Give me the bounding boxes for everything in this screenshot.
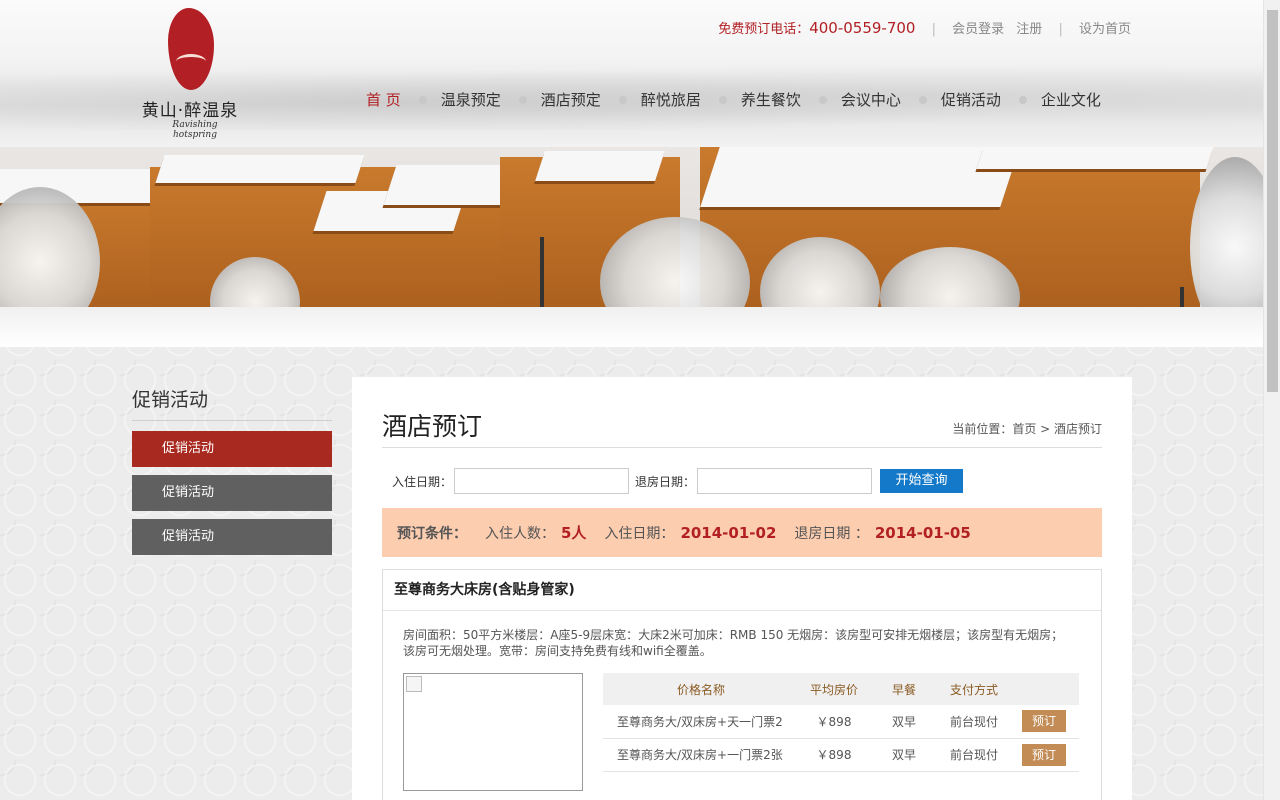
sidebar-item-promotion-2[interactable]: 促销活动 <box>132 475 332 511</box>
table-row: 至尊商务大/双床房+天一门票2 ￥898 双早 前台现付 预订 <box>603 705 1079 739</box>
rate-name: 至尊商务大/双床房+天一门票2 <box>603 705 799 739</box>
rate-action-cell: 预订 <box>1009 705 1079 739</box>
title-divider <box>382 447 1102 448</box>
snow-roof-decoration <box>155 155 365 183</box>
col-action <box>1009 673 1079 705</box>
rate-table: 价格名称 平均房价 早餐 支付方式 至尊商务大/双床房+天一门票2 ￥898 双… <box>603 673 1079 772</box>
sidebar-item-promotion-1[interactable]: 促销活动 <box>132 431 332 467</box>
snow-roof-decoration <box>535 151 665 181</box>
site-header: 黄山·醉温泉 Ravishing hotspring 免费预订电话：400-05… <box>0 0 1263 147</box>
rate-action-cell: 预订 <box>1009 738 1079 772</box>
rate-breakfast: 双早 <box>869 705 939 739</box>
col-rate-name: 价格名称 <box>603 673 799 705</box>
sidebar-item-promotion-3[interactable]: 促销活动 <box>132 519 332 555</box>
breadcrumb: 当前位置：首页 > 酒店预订 <box>952 422 1102 436</box>
room-image-placeholder <box>403 673 583 791</box>
phone-label: 免费预订电话： <box>718 22 810 37</box>
sidebar: 促销活动 促销活动 促销活动 促销活动 <box>132 385 332 555</box>
checkout-condition-value: 2014-01-05 <box>874 523 971 542</box>
conditions-label: 预订条件： <box>397 525 467 542</box>
guests-label: 入住人数： <box>485 525 555 542</box>
rate-name: 至尊商务大/双床房+一门票2张 <box>603 738 799 772</box>
checkin-label: 入住日期： <box>392 474 453 489</box>
nav-stay[interactable]: 醉悦旅居 <box>641 89 701 110</box>
checkout-date-input[interactable] <box>697 468 873 494</box>
rate-price: ￥898 <box>799 738 869 772</box>
rate-table-header: 价格名称 平均房价 早餐 支付方式 <box>603 673 1079 705</box>
checkin-condition-value: 2014-01-02 <box>680 523 777 542</box>
sidebar-title: 促销活动 <box>132 385 332 421</box>
nav-separator-dot-icon <box>1018 95 1027 104</box>
top-utility-bar: 免费预订电话：400-0559-700 | 会员登录 注册 | 设为首页 <box>718 18 1131 37</box>
rate-payment: 前台现付 <box>939 705 1009 739</box>
checkout-condition-label: 退房日期 ： <box>794 525 869 542</box>
nav-hotel-booking[interactable]: 酒店预定 <box>541 89 601 110</box>
main-content: 酒店预订 当前位置：首页 > 酒店预订 入住日期： 退房日期： 开始查询 预订条… <box>352 377 1132 800</box>
nav-separator-dot-icon <box>418 95 427 104</box>
checkin-date-input[interactable] <box>454 468 630 494</box>
checkin-condition-label: 入住日期： <box>604 525 675 542</box>
guests-value: 5人 <box>561 524 587 542</box>
nav-separator-dot-icon <box>718 95 727 104</box>
scrollbar-thumb[interactable] <box>1267 10 1278 392</box>
nav-separator-dot-icon <box>818 95 827 104</box>
col-avg-price: 平均房价 <box>799 673 869 705</box>
table-row: 至尊商务大/双床房+一门票2张 ￥898 双早 前台现付 预订 <box>603 738 1079 772</box>
nav-culture[interactable]: 企业文化 <box>1041 89 1101 110</box>
set-homepage-link[interactable]: 设为首页 <box>1079 22 1131 37</box>
room-description: 房间面积：50平方米楼层：A座5-9层床宽：大床2米可加床：RMB 150 无烟… <box>403 628 1064 658</box>
logo-name: 黄山·醉温泉 <box>141 101 239 121</box>
nav-promotions[interactable]: 促销活动 <box>941 89 1001 110</box>
col-breakfast: 早餐 <box>869 673 939 705</box>
nav-separator-dot-icon <box>918 95 927 104</box>
rate-price: ￥898 <box>799 705 869 739</box>
nav-home[interactable]: 首 页 <box>366 89 401 110</box>
site-logo[interactable]: 黄山·醉温泉 Ravishing hotspring <box>138 8 242 140</box>
nav-separator-dot-icon <box>618 95 627 104</box>
col-payment: 支付方式 <box>939 673 1009 705</box>
hero-banner-image <box>0 147 1263 347</box>
snow-roof-decoration <box>976 147 1214 169</box>
checkout-label: 退房日期： <box>635 474 696 489</box>
search-button[interactable]: 开始查询 <box>880 469 964 493</box>
booking-conditions: 预订条件： 入住人数： 5人 入住日期： 2014-01-02 退房日期 ： 2… <box>382 508 1102 557</box>
divider: | <box>1058 22 1063 37</box>
page-title: 酒店预订 <box>382 412 483 441</box>
divider: | <box>931 22 936 37</box>
nav-dining[interactable]: 养生餐饮 <box>741 89 801 110</box>
vertical-scrollbar[interactable] <box>1263 0 1280 800</box>
date-search-form: 入住日期： 退房日期： 开始查询 <box>392 468 964 494</box>
book-button[interactable]: 预订 <box>1022 743 1066 766</box>
room-title: 至尊商务大床房(含贴身管家) <box>383 570 1101 611</box>
rate-breakfast: 双早 <box>869 738 939 772</box>
register-link[interactable]: 注册 <box>1016 22 1042 37</box>
nav-hotspring-booking[interactable]: 温泉预定 <box>441 89 501 110</box>
room-card: 至尊商务大床房(含贴身管家) 房间面积：50平方米楼层：A座5-9层床宽：大床2… <box>382 569 1102 800</box>
book-button[interactable]: 预订 <box>1022 710 1066 733</box>
nav-separator-dot-icon <box>518 95 527 104</box>
nav-conference[interactable]: 会议中心 <box>841 89 901 110</box>
member-login-link[interactable]: 会员登录 <box>952 22 1004 37</box>
phone-number: 400-0559-700 <box>809 19 916 37</box>
logo-subtitle: Ravishing hotspring <box>172 120 218 140</box>
logo-seal-icon <box>168 8 214 90</box>
snow-ground-decoration <box>0 307 1263 347</box>
snow-roof-decoration <box>700 147 1020 207</box>
rate-payment: 前台现付 <box>939 738 1009 772</box>
main-nav: 首 页 温泉预定 酒店预定 醉悦旅居 养生餐饮 会议中心 促销活动 企业文化 <box>366 89 1101 110</box>
